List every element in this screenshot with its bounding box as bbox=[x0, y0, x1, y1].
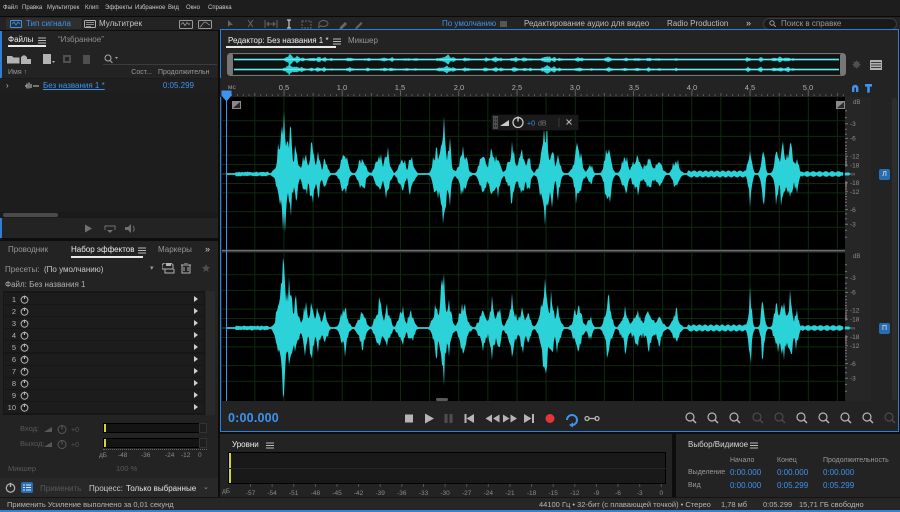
svg-text:-12: -12 bbox=[850, 343, 860, 350]
svg-text:-6: -6 bbox=[850, 290, 856, 297]
svg-text:1,0: 1,0 bbox=[337, 83, 347, 92]
svg-text:-6: -6 bbox=[850, 207, 856, 214]
svg-text:-18: -18 bbox=[850, 334, 860, 341]
svg-text:-18: -18 bbox=[850, 162, 860, 169]
svg-text:-9: -9 bbox=[594, 490, 600, 497]
svg-text:∞: ∞ bbox=[851, 172, 855, 178]
svg-text:-3: -3 bbox=[850, 376, 856, 383]
svg-text:3,5: 3,5 bbox=[629, 83, 639, 92]
svg-text:-54: -54 bbox=[267, 490, 277, 497]
svg-text:1,5: 1,5 bbox=[395, 83, 405, 92]
svg-text:-3: -3 bbox=[850, 275, 856, 282]
svg-text:dB: dB bbox=[853, 100, 860, 106]
svg-text:-21: -21 bbox=[505, 490, 515, 497]
svg-text:-24: -24 bbox=[484, 490, 494, 497]
svg-text:-6: -6 bbox=[850, 361, 856, 368]
svg-text:dB: dB bbox=[853, 254, 860, 260]
svg-text:-48: -48 bbox=[311, 490, 321, 497]
svg-text:-18: -18 bbox=[527, 490, 537, 497]
svg-text:+0: +0 bbox=[71, 427, 79, 434]
svg-text:4,0: 4,0 bbox=[687, 83, 697, 92]
svg-text:5,0: 5,0 bbox=[803, 83, 813, 92]
svg-text:∞: ∞ bbox=[851, 326, 855, 332]
svg-text:-51: -51 bbox=[289, 490, 299, 497]
svg-text:0,5: 0,5 bbox=[279, 83, 289, 92]
svg-text:-45: -45 bbox=[332, 490, 342, 497]
svg-text:-36: -36 bbox=[397, 490, 407, 497]
svg-text:2,5: 2,5 bbox=[512, 83, 522, 92]
svg-text:2,0: 2,0 bbox=[454, 83, 464, 92]
svg-text:-6: -6 bbox=[615, 490, 621, 497]
svg-text:dB: dB bbox=[538, 121, 547, 128]
svg-text:+0: +0 bbox=[527, 121, 535, 128]
svg-text:-30: -30 bbox=[440, 490, 450, 497]
svg-text:-42: -42 bbox=[354, 490, 364, 497]
svg-text:+0: +0 bbox=[71, 442, 79, 449]
svg-text:-3: -3 bbox=[637, 490, 643, 497]
svg-text:-3: -3 bbox=[850, 121, 856, 128]
svg-text:-39: -39 bbox=[375, 490, 385, 497]
svg-text:-12: -12 bbox=[850, 153, 860, 160]
svg-text:-15: -15 bbox=[548, 490, 558, 497]
svg-text:0: 0 bbox=[659, 490, 663, 497]
svg-text:-3: -3 bbox=[850, 222, 856, 229]
svg-text:-6: -6 bbox=[850, 136, 856, 143]
svg-text:дБ: дБ bbox=[222, 488, 230, 495]
svg-text:-18: -18 bbox=[850, 316, 860, 323]
svg-text:3,0: 3,0 bbox=[570, 83, 580, 92]
svg-text:-27: -27 bbox=[462, 490, 472, 497]
svg-text:-12: -12 bbox=[850, 307, 860, 314]
svg-text:-12: -12 bbox=[570, 490, 580, 497]
svg-text:-12: -12 bbox=[850, 189, 860, 196]
svg-text:-33: -33 bbox=[419, 490, 429, 497]
svg-text:4,5: 4,5 bbox=[745, 83, 755, 92]
svg-text:-18: -18 bbox=[850, 180, 860, 187]
svg-text:-57: -57 bbox=[246, 490, 256, 497]
